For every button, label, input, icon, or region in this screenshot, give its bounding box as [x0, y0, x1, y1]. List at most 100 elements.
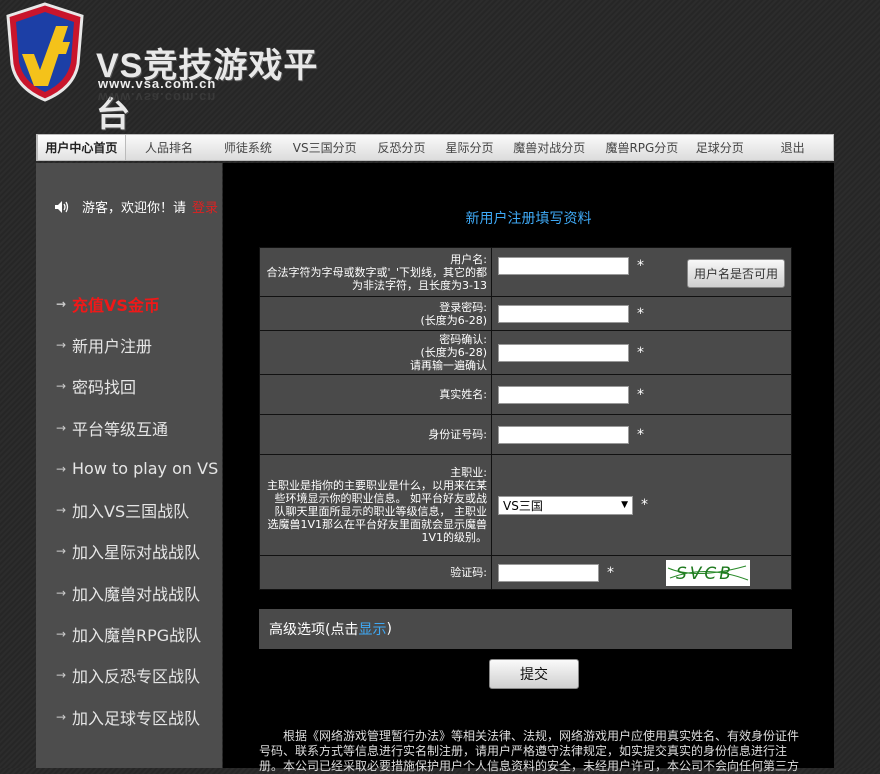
profession-select-value: VS三国	[503, 498, 543, 513]
required-mark: *	[607, 564, 614, 581]
captcha-input[interactable]	[498, 563, 599, 582]
username-label-cell: 用户名: 合法字符为字母或数字或'_'下划线，其它的都为非法字符，且长度为3-1…	[259, 247, 492, 297]
nav-football[interactable]: 足球分页	[687, 135, 752, 160]
nav-vs-sanguo[interactable]: VS三国分页	[283, 135, 366, 160]
advanced-options: 高级选项(点击 显示)	[259, 609, 792, 649]
password-hint: (长度为6-28)	[420, 313, 487, 327]
speaker-icon	[55, 200, 69, 213]
profession-label: 主职业:	[450, 466, 487, 479]
confirm-label-cell: 密码确认: (长度为6-28) 请再输一遍确认	[259, 330, 492, 375]
sidebar-item-label: 新用户注册	[72, 336, 153, 356]
sidebar-item-how-to-play[interactable]: → How to play on VS	[56, 448, 218, 489]
arrow-right-icon: →	[56, 296, 67, 311]
arrow-right-icon: →	[56, 461, 67, 476]
submit-button[interactable]: 提交	[489, 659, 579, 689]
username-hint: 合法字符为字母或数字或'_'下划线，其它的都为非法字符，且长度为3-13	[266, 265, 487, 292]
sidebar-item-label: 加入魔兽RPG战队	[72, 626, 202, 646]
required-mark: *	[637, 257, 644, 274]
idcard-label: 身份证号码:	[428, 428, 487, 441]
sidebar-item-join-football[interactable]: → 加入足球专区战队	[56, 696, 218, 737]
arrow-right-icon: →	[56, 503, 67, 518]
arrow-right-icon: →	[56, 420, 67, 435]
greeting: 游客，欢迎你！请登录！	[54, 197, 237, 216]
nav-rp-ranking[interactable]: 人品排名	[126, 135, 213, 160]
confirm-password-hint2: 请再输一遍确认	[410, 359, 487, 372]
sidebar-item-label: 加入VS三国战队	[72, 502, 190, 522]
sidebar-item-password-recovery[interactable]: → 密码找回	[56, 366, 218, 407]
captcha-label: 验证码:	[450, 566, 487, 579]
arrow-right-icon: →	[56, 337, 67, 352]
required-mark: *	[641, 497, 648, 513]
sidebar-item-register[interactable]: → 新用户注册	[56, 324, 218, 365]
dropdown-arrow-icon: ▼	[621, 500, 628, 510]
advanced-show-link[interactable]: 显示	[358, 619, 386, 639]
vs-shield-logo-icon	[6, 2, 84, 102]
sidebar-item-join-warcraft-rpg[interactable]: → 加入魔兽RPG战队	[56, 613, 218, 654]
login-link[interactable]: 登录	[192, 197, 218, 216]
profession-select[interactable]: VS三国 ▼	[498, 495, 633, 515]
confirm-password-label: 密码确认:	[439, 333, 487, 346]
password-label-cell: 登录密码: (长度为6-28)	[259, 296, 492, 331]
arrow-right-icon: →	[56, 379, 67, 394]
nav-warcraft-rpg[interactable]: 魔兽RPG分页	[597, 135, 688, 160]
sidebar-item-level-sync[interactable]: → 平台等级互通	[56, 407, 218, 448]
captcha-label-cell: 验证码:	[259, 555, 492, 590]
required-mark: *	[637, 426, 644, 443]
profession-field-cell: VS三国 ▼ *	[491, 454, 792, 556]
sidebar-item-label: 平台等级互通	[72, 419, 169, 439]
nav-mentor-system[interactable]: 师徒系统	[212, 135, 283, 160]
check-username-button[interactable]: 用户名是否可用	[687, 258, 785, 288]
site-logo[interactable]: VS竞技游戏平台 www.vsa.com.cn www.vsa.com.cn	[4, 2, 344, 134]
required-mark: *	[637, 386, 644, 403]
sidebar-item-join-sanguo[interactable]: → 加入VS三国战队	[56, 489, 218, 530]
arrow-right-icon: →	[56, 668, 67, 683]
idcard-field-cell: *	[491, 414, 792, 455]
main-content: 新用户注册填写资料 用户名: 合法字符为字母或数字或'_'下划线，其它的都为非法…	[223, 163, 834, 773]
password-field-cell: *	[491, 296, 792, 331]
idcard-label-cell: 身份证号码:	[259, 414, 492, 455]
sidebar-item-join-warcraft[interactable]: → 加入魔兽对战战队	[56, 572, 218, 613]
sidebar-item-label: 加入星际对战战队	[72, 543, 201, 563]
nav-warcraft-battle[interactable]: 魔兽对战分页	[502, 135, 597, 160]
sidebar-item-join-cs[interactable]: → 加入反恐专区战队	[56, 655, 218, 696]
sidebar-item-label: 加入反恐专区战队	[72, 667, 201, 687]
confirm-password-input[interactable]	[498, 343, 629, 362]
sidebar-item-join-starcraft[interactable]: → 加入星际对战战队	[56, 531, 218, 572]
sidebar-item-label: 密码找回	[72, 378, 137, 398]
advanced-suffix: )	[386, 621, 392, 637]
logo-url: www.vsa.com.cn	[98, 76, 217, 91]
nav-starcraft[interactable]: 星际分页	[437, 135, 502, 160]
username-label: 用户名:	[450, 252, 487, 266]
nav-logout[interactable]: 退出	[752, 135, 833, 160]
sidebar: 游客，欢迎你！请登录！ → 充值VS金币 → 新用户注册 → 密码找回 → 平台等级互通…	[36, 163, 237, 768]
captcha-text: SVCB	[676, 564, 734, 584]
sidebar-item-label: 加入足球专区战队	[72, 708, 201, 728]
realname-label: 真实姓名:	[439, 388, 487, 401]
realname-input[interactable]	[498, 385, 629, 404]
captcha-image[interactable]: SVCB	[665, 559, 750, 586]
confirm-field-cell: *	[491, 330, 792, 375]
sidebar-item-recharge[interactable]: → 充值VS金币	[56, 283, 218, 324]
realname-label-cell: 真实姓名:	[259, 374, 492, 415]
sidebar-menu: → 充值VS金币 → 新用户注册 → 密码找回 → 平台等级互通 → How to pla…	[56, 283, 218, 737]
username-field-cell: * 用户名是否可用	[491, 247, 792, 297]
sidebar-item-label: 加入魔兽对战战队	[72, 584, 201, 604]
arrow-right-icon: →	[56, 585, 67, 600]
profession-hint: 主职业是指你的主要职业是什么，以用来在某些环境显示你的职业信息。 如平台好友或战…	[267, 479, 487, 544]
sidebar-item-label: 充值VS金币	[72, 295, 160, 315]
profession-label-cell: 主职业: 主职业是指你的主要职业是什么，以用来在某些环境显示你的职业信息。 如平…	[259, 454, 492, 556]
required-mark: *	[637, 305, 644, 322]
arrow-right-icon: →	[56, 544, 67, 559]
sidebar-item-label: How to play on VS	[72, 459, 219, 479]
password-input[interactable]	[498, 304, 629, 323]
captcha-noise-icon: SVCB	[667, 564, 748, 584]
legal-notice: 根据《网络游戏管理暂行办法》等相关法律、法规，网络游戏用户应使用真实姓名、有效身…	[259, 729, 800, 773]
username-input[interactable]	[498, 256, 629, 275]
idcard-input[interactable]	[498, 425, 629, 444]
nav-user-center[interactable]: 用户中心首页	[37, 135, 126, 160]
registration-form: 用户名: 合法字符为字母或数字或'_'下划线，其它的都为非法字符，且长度为3-1…	[259, 247, 792, 590]
captcha-field-cell: * SVCB	[491, 555, 792, 590]
form-title: 新用户注册填写资料	[465, 211, 592, 227]
nav-cs[interactable]: 反恐分页	[366, 135, 437, 160]
required-mark: *	[637, 344, 644, 361]
